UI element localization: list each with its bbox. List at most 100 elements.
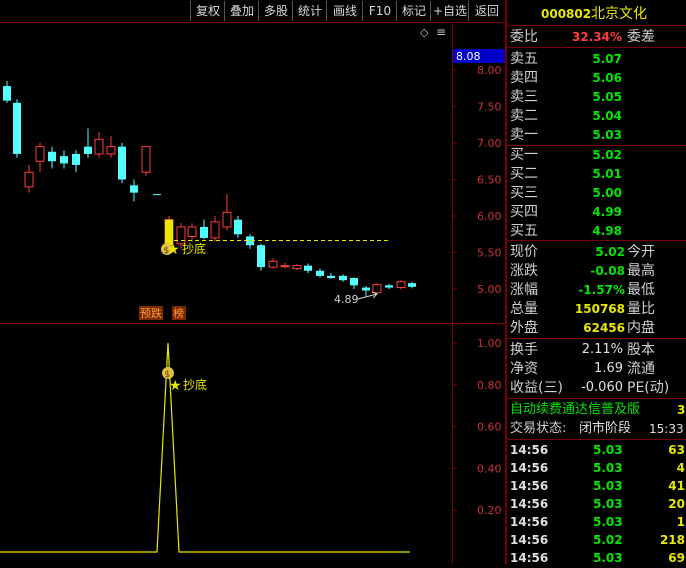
trade-status-time: 15:33: [649, 422, 684, 436]
tick-price: 5.03: [593, 551, 623, 565]
tick-row: 14:56 5.02 218: [507, 531, 686, 549]
ask-row[interactable]: 卖四 5.06: [507, 69, 686, 87]
tick-time: 14:56: [510, 443, 549, 457]
quote-label: 总量: [510, 301, 538, 317]
weibi-value: 32.34%: [572, 30, 622, 44]
price-axis-label: 6.50: [477, 174, 502, 187]
ask-row[interactable]: 卖五 5.07: [507, 50, 686, 68]
weibi-row: 委比 32.34% 委差: [507, 28, 686, 46]
tick-vol: 4: [676, 461, 685, 475]
f10-button[interactable]: F10: [362, 1, 397, 21]
ask-label: 卖三: [510, 89, 538, 105]
indicator-axis-label: 0.60: [477, 421, 502, 434]
banner-row[interactable]: 自动续费通达信普及版 30: [507, 401, 686, 419]
tick-price: 5.03: [593, 479, 623, 493]
candle-body-down: [339, 275, 347, 281]
tick-vol: 41: [668, 479, 685, 493]
price-axis-label: 5.50: [477, 247, 502, 260]
price-axis-label: 8.00: [477, 64, 502, 77]
indicator-axis-label: 0.40: [477, 462, 502, 475]
ask-price: 5.05: [592, 90, 622, 104]
tick-row: 14:56 5.03 1: [507, 513, 686, 531]
candle-body-down: [200, 226, 208, 238]
ask-row[interactable]: 卖三 5.05: [507, 88, 686, 106]
tick-time: 14:56: [510, 551, 549, 565]
add-favorite-button[interactable]: +自选: [430, 1, 469, 21]
bid-price: 4.99: [592, 205, 622, 219]
quote-panel: 000802 北京文化 委比 32.34% 委差 卖五 5.07 卖四 5.06…: [505, 0, 686, 567]
multi-stock-button[interactable]: 多股: [258, 1, 293, 21]
badge-bang: 榜: [173, 306, 184, 320]
back-button[interactable]: 返回: [468, 1, 505, 21]
menu-icon: ≡: [436, 25, 446, 39]
candle-body-down: [60, 156, 68, 164]
tick-row: 14:56 5.03 69: [507, 549, 686, 567]
tick-vol: 218: [659, 533, 685, 547]
candle-body-down: [316, 270, 324, 276]
candle-body-down: [408, 283, 416, 287]
weibi-label: 委比: [510, 29, 538, 45]
star-icon: ★: [167, 242, 180, 258]
candle-body-down: [327, 275, 335, 279]
quote-label-2: 量比: [627, 301, 655, 317]
stat-value: 2.11%: [581, 342, 623, 357]
stat-value: -0.060: [581, 380, 623, 395]
candle-body-up: [35, 146, 45, 162]
quote-value: 5.02: [595, 245, 625, 259]
kline-chart[interactable]: 8.00 7.50 7.00 6.50 6.00 5.50 5.00 1.00 0.80 0.6…: [0, 22, 505, 564]
candle-body-down: [3, 86, 11, 101]
tick-vol: 69: [668, 551, 685, 565]
price-axis-label: 7.50: [477, 101, 502, 114]
bid-row[interactable]: 买四 4.99: [507, 203, 686, 221]
banner-text[interactable]: 自动续费通达信普及版: [510, 401, 640, 419]
tick-time: 14:56: [510, 497, 549, 511]
trade-status-label: 交易状态:: [510, 421, 567, 436]
quote-row: 外盘 62456 内盘: [507, 319, 686, 337]
diamond-icon: ◇: [420, 26, 429, 39]
quote-label-2: 今开: [627, 244, 655, 260]
quote-row: 涨幅 -1.57% 最低: [507, 281, 686, 299]
candle-body-down: [362, 287, 370, 291]
quote-value: 62456: [583, 321, 625, 335]
candle-body-up: [292, 265, 302, 270]
ask-label: 卖一: [510, 127, 538, 143]
candle-body-up: [396, 281, 406, 289]
quote-label: 涨跌: [510, 263, 538, 279]
banner-num: 30: [677, 403, 686, 417]
ask-price: 5.06: [592, 71, 622, 85]
ask-label: 卖五: [510, 51, 538, 67]
indicator-axis-label: 0.20: [477, 504, 502, 517]
bid-row[interactable]: 买二 5.01: [507, 165, 686, 183]
quote-value: 150768: [574, 302, 625, 316]
tick-time: 14:56: [510, 515, 549, 529]
tick-price: 5.03: [593, 461, 623, 475]
candle-body-up: [372, 284, 382, 294]
bid-row[interactable]: 买一 5.02: [507, 146, 686, 164]
draw-line-button[interactable]: 画线: [326, 1, 363, 21]
indicator-line: [0, 342, 410, 553]
overlay-button[interactable]: 叠加: [224, 1, 259, 21]
mark-button[interactable]: 标记: [396, 1, 431, 21]
statistics-button[interactable]: 统计: [292, 1, 327, 21]
candle-body-up: [187, 226, 197, 237]
bid-row[interactable]: 买五 4.98: [507, 222, 686, 240]
weicha-label: 委差: [627, 29, 655, 45]
candle-body-down: [304, 265, 312, 271]
stock-header: 000802 北京文化: [507, 5, 686, 23]
bid-row[interactable]: 买三 5.00: [507, 184, 686, 202]
candle-body-up: [210, 221, 220, 239]
stat-label-2: 流通: [627, 361, 655, 377]
bid-price: 4.98: [592, 224, 622, 238]
ask-row[interactable]: 卖二 5.04: [507, 107, 686, 125]
candle-body-down: [118, 146, 126, 180]
candle-body-up: [106, 146, 116, 155]
tick-row: 14:56 5.03 63: [507, 441, 686, 459]
fuquan-button[interactable]: 复权: [190, 1, 225, 21]
bid-price: 5.02: [592, 148, 622, 162]
kline-chart-svg: 8.00 7.50 7.00 6.50 6.00 5.50 5.00 1.00 0.80 0.6…: [0, 22, 505, 564]
current-price-tag: 8.08: [456, 50, 481, 63]
ask-row[interactable]: 卖一 5.03: [507, 126, 686, 144]
stock-code: 000802: [541, 7, 592, 21]
quote-label-2: 最低: [627, 282, 655, 298]
ask-label: 卖四: [510, 70, 538, 86]
